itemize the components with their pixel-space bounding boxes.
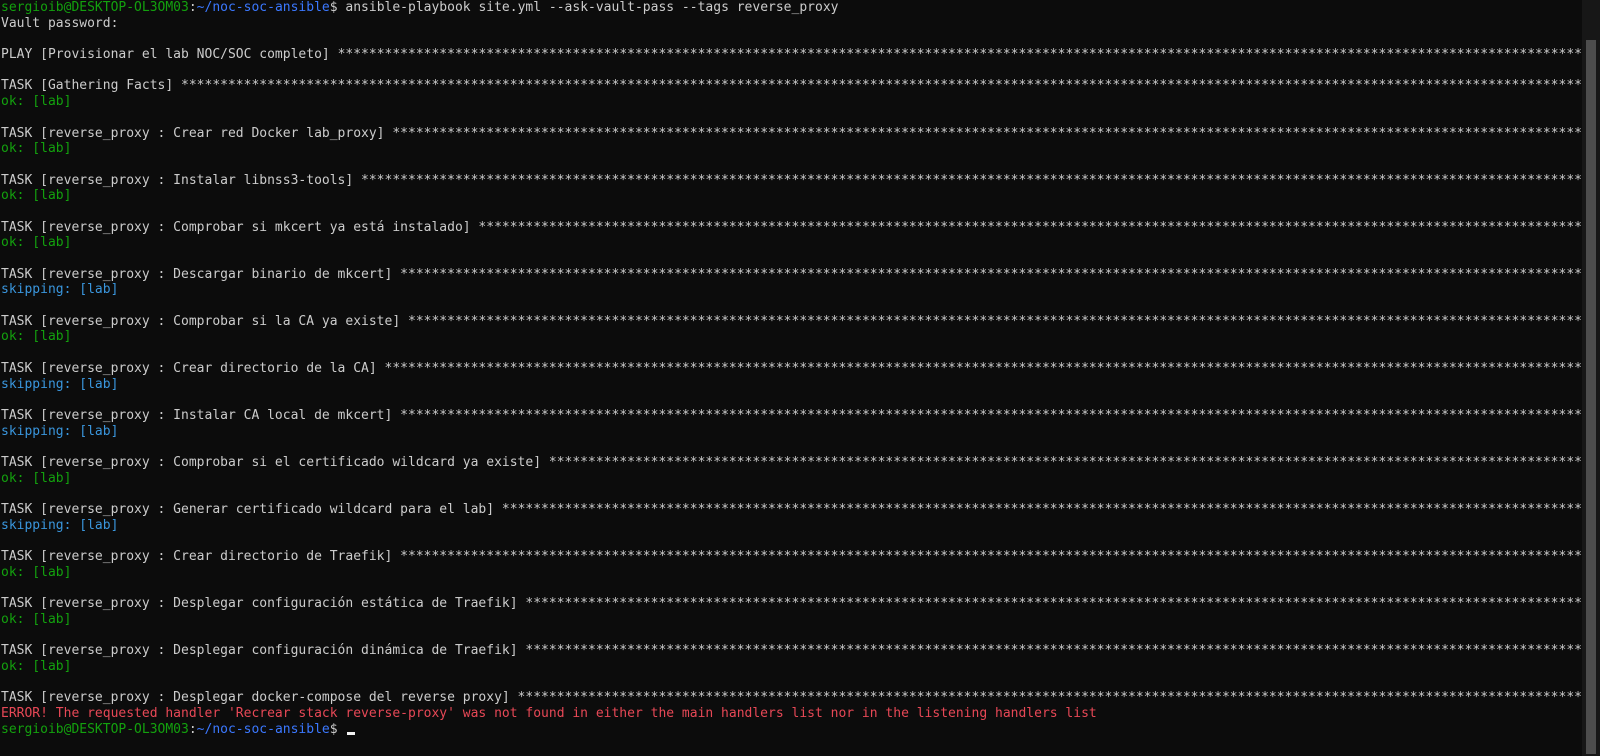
- task-title-text: TASK [reverse_proxy : Desplegar docker-c…: [1, 690, 510, 706]
- task-title-text: TASK [reverse_proxy : Desplegar configur…: [1, 596, 518, 612]
- play-title: PLAY [Provisionar el lab NOC/SOC complet…: [1, 47, 330, 63]
- task-title-text: TASK [reverse_proxy : Crear directorio d…: [1, 360, 377, 376]
- task-title: TASK [reverse_proxy : Comprobar si la CA…: [1, 313, 1582, 329]
- task-result: skipping: [lab]: [1, 517, 119, 533]
- task-title-text: TASK [reverse_proxy : Comprobar si el ce…: [1, 454, 542, 470]
- task-title-text: TASK [reverse_proxy : Generar certificad…: [1, 502, 495, 517]
- task-title: TASK [reverse_proxy : Instalar libnss3-t…: [1, 172, 1582, 188]
- task-result: ok: [lab]: [1, 564, 72, 580]
- task-result: skipping: [lab]: [1, 282, 119, 298]
- task-title: TASK [Gathering Facts] *****************…: [1, 78, 1582, 94]
- prompt-line-final[interactable]: sergioib@DESKTOP-OL3OM03:~/noc-soc-ansib…: [0, 722, 1582, 738]
- vault-prompt: Vault password:: [1, 15, 119, 31]
- task-title: TASK [reverse_proxy : Instalar CA local …: [1, 407, 1582, 423]
- task-title-text: TASK [reverse_proxy : Crear directorio d…: [1, 549, 393, 565]
- task-result: skipping: [lab]: [1, 423, 119, 439]
- scrollbar-thumb[interactable]: [1586, 40, 1596, 754]
- task-title: TASK [reverse_proxy : Crear directorio d…: [1, 360, 1582, 376]
- task-title: TASK [reverse_proxy : Descargar binario …: [1, 266, 1582, 282]
- prompt-path: ~/noc-soc-ansible: [196, 721, 330, 737]
- task-title: TASK [reverse_proxy : Crear red Docker l…: [1, 125, 1582, 141]
- task-title-text: TASK [reverse_proxy : Instalar CA local …: [1, 407, 393, 423]
- play-line: PLAY [Provisionar el lab NOC/SOC complet…: [1, 47, 1582, 63]
- task-title: TASK [reverse_proxy : Desplegar configur…: [1, 643, 1582, 659]
- task-title: TASK [reverse_proxy : Desplegar configur…: [1, 596, 1582, 612]
- prompt-symbol: $: [329, 0, 346, 15]
- task-result: ok: [lab]: [1, 94, 72, 110]
- prompt-path: ~/noc-soc-ansible: [196, 0, 330, 15]
- task-result: ok: [lab]: [1, 611, 72, 627]
- task-result: ok: [lab]: [1, 235, 72, 251]
- command-text: ansible-playbook site.yml --ask-vault-pa…: [345, 0, 839, 15]
- terminal-output[interactable]: sergioib@DESKTOP-OL3OM03:~/noc-soc-ansib…: [0, 0, 1582, 756]
- task-title: TASK [reverse_proxy : Comprobar si el ce…: [1, 454, 1582, 470]
- task-title-text: TASK [reverse_proxy : Crear red Docker l…: [1, 125, 385, 141]
- text-cursor: [347, 731, 356, 735]
- error-message: ERROR! The requested handler 'Recrear st…: [1, 705, 1097, 721]
- task-title: TASK [reverse_proxy : Generar certificad…: [1, 502, 1582, 517]
- task-result: ok: [lab]: [1, 329, 72, 345]
- prompt-user-host: sergioib@DESKTOP-OL3OM03: [1, 721, 189, 737]
- prompt-user-host: sergioib@DESKTOP-OL3OM03: [1, 0, 189, 15]
- task-title: TASK [reverse_proxy : Comprobar si mkcer…: [1, 219, 1582, 235]
- task-title-text: TASK [reverse_proxy : Instalar libnss3-t…: [1, 172, 354, 188]
- task-title: TASK [reverse_proxy : Desplegar docker-c…: [1, 690, 1582, 706]
- prompt-line: sergioib@DESKTOP-OL3OM03:~/noc-soc-ansib…: [1, 0, 839, 15]
- prompt-symbol: $: [329, 721, 346, 737]
- task-result: ok: [lab]: [1, 470, 72, 486]
- task-result: ok: [lab]: [1, 141, 72, 157]
- task-result: ok: [lab]: [1, 188, 72, 204]
- task-title-text: TASK [reverse_proxy : Desplegar configur…: [1, 643, 518, 659]
- scrollbar[interactable]: [1582, 0, 1600, 756]
- task-title-text: TASK [Gathering Facts]: [1, 78, 174, 94]
- task-title-text: TASK [reverse_proxy : Comprobar si la CA…: [1, 313, 401, 329]
- task-result: skipping: [lab]: [1, 376, 119, 392]
- task-title: TASK [reverse_proxy : Crear directorio d…: [1, 549, 1582, 565]
- task-result: ok: [lab]: [1, 658, 72, 674]
- task-title-text: TASK [reverse_proxy : Comprobar si mkcer…: [1, 219, 471, 235]
- task-list: TASK [Gathering Facts] *****************…: [0, 63, 1582, 706]
- task-title-text: TASK [reverse_proxy : Descargar binario …: [1, 266, 393, 282]
